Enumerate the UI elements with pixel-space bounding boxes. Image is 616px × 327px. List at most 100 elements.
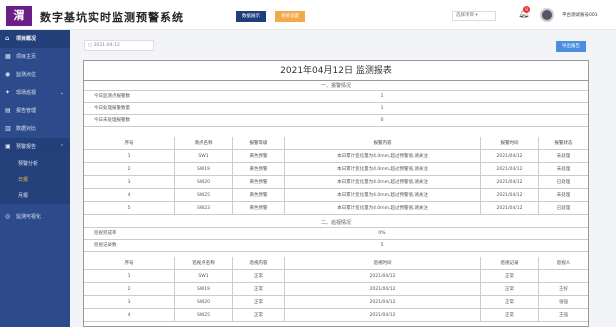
summary-label: 巡视记录数 bbox=[94, 243, 117, 248]
chevron-up-icon: ⌃ bbox=[59, 144, 64, 150]
cell: 黄色预警 bbox=[232, 202, 284, 215]
table-row: 1 SW1 黄色预警 本日累计变化量为4.0mm,超过预警值,请关注 2021/… bbox=[84, 150, 588, 163]
cell: 2021/04/12 bbox=[284, 296, 480, 309]
cell: 1 bbox=[127, 154, 131, 159]
system-settings-button[interactable]: 系统设置 bbox=[275, 11, 305, 22]
cell: 正常 bbox=[232, 296, 284, 309]
cell: 4 bbox=[127, 193, 131, 198]
data-display-button[interactable]: 数据展示 bbox=[236, 11, 266, 22]
cell: SW19 bbox=[174, 283, 232, 296]
table-row: 1 SW1 正常 2021/04/12 正常 bbox=[84, 270, 588, 283]
cell: 本日累计变化量为4.0mm,超过预警值,请关注 bbox=[284, 202, 480, 215]
cell: 本日累计变化量为4.0mm,超过预警值,请关注 bbox=[284, 150, 480, 163]
sidebar-item-alarm-report[interactable]: ▣ 预警报告 ⌃ bbox=[0, 138, 70, 156]
app-logo: 渭 bbox=[6, 6, 32, 26]
cell: SW19 bbox=[174, 163, 232, 176]
summary-label: 今日未处理报警数 bbox=[94, 118, 130, 123]
section-heading-alarms: 一、报警情况 bbox=[84, 81, 588, 91]
cell: 张强 bbox=[538, 296, 588, 309]
chevron-down-icon: ⌄ bbox=[59, 90, 64, 96]
cell: 2 bbox=[127, 167, 131, 172]
column-header: 巡视记录 bbox=[480, 257, 538, 270]
sidebar-item-compare[interactable]: ▥ 数据对比 bbox=[0, 120, 70, 138]
sidebar-item-reports[interactable]: ▤ 报告管理 bbox=[0, 102, 70, 120]
cell: 未处理 bbox=[538, 163, 588, 176]
column-header: 巡视内容 bbox=[232, 257, 284, 270]
cell: SW20 bbox=[174, 176, 232, 189]
sidebar-item-label: 项目主页 bbox=[16, 54, 37, 60]
cell bbox=[538, 270, 588, 283]
cell: 正常 bbox=[232, 309, 284, 322]
cell: 正常 bbox=[480, 296, 538, 309]
cell: 已处理 bbox=[538, 202, 588, 215]
column-header: 序号 bbox=[124, 261, 134, 266]
cell: 1 bbox=[127, 274, 131, 279]
sidebar-item-label: 报告管理 bbox=[16, 108, 37, 114]
cell: 2021/04/12 bbox=[284, 270, 480, 283]
table-row: 2 SW19 正常 2021/04/12 正常 王好 bbox=[84, 283, 588, 296]
cell: 2 bbox=[127, 287, 131, 292]
monitor-icon: ◎ bbox=[5, 213, 11, 220]
column-header: 序号 bbox=[124, 141, 134, 146]
project-select[interactable]: 选择项目 ▾ bbox=[452, 11, 496, 21]
export-report-button[interactable]: 导出报告 bbox=[556, 41, 586, 52]
grid-icon: ▦ bbox=[5, 53, 11, 60]
cell: 黄色预警 bbox=[232, 189, 284, 202]
location-icon: ◉ bbox=[5, 71, 11, 78]
sidebar-item-label: 数据对比 bbox=[16, 126, 37, 132]
sidebar-item-points[interactable]: ◉ 监测点位 bbox=[0, 66, 70, 84]
user-name[interactable]: 平台测试账号001 bbox=[562, 12, 598, 18]
cell: 2021/04/12 bbox=[480, 176, 538, 189]
sidebar-subitem-daily[interactable]: 日报 bbox=[0, 172, 70, 188]
cell: 2021/04/12 bbox=[284, 283, 480, 296]
column-header: 巡视点名称 bbox=[174, 257, 232, 270]
summary-row: 今日监测点报警数 1 bbox=[84, 91, 588, 103]
cell: 王强 bbox=[538, 309, 588, 322]
cell: 2021/04/12 bbox=[284, 309, 480, 322]
table-row: 2 SW19 黄色预警 本日累计变化量为4.0mm,超过预警值,请关注 2021… bbox=[84, 163, 588, 176]
cell: 2021/04/12 bbox=[480, 189, 538, 202]
column-header: 报警状态 bbox=[538, 137, 588, 150]
sidebar-item-patrol[interactable]: ✦ 现场巡视 ⌄ bbox=[0, 84, 70, 102]
summary-row: 巡视记录数 5 bbox=[84, 240, 588, 252]
sidebar-section-overview[interactable]: ⌂ 项目概况 bbox=[0, 30, 70, 48]
notification-badge: 9 bbox=[523, 6, 530, 13]
sidebar-item-visualization[interactable]: ◎ 监测可视化 bbox=[0, 208, 70, 226]
date-picker[interactable]: ▢ 2021-04-12 bbox=[84, 40, 154, 51]
cell: 正常 bbox=[480, 309, 538, 322]
patrol-table-header: 序号 巡视点名称 巡视内容 巡视时间 巡视记录 巡视人 bbox=[84, 257, 588, 270]
top-header: 渭 数字基坑实时监测预警系统 数据展示 系统设置 选择项目 ▾ 🔔︎ 9 平台测… bbox=[0, 0, 616, 30]
summary-label: 今日处理报警数量 bbox=[94, 106, 130, 111]
date-value: 2021-04-12 bbox=[93, 43, 120, 48]
cell: 已处理 bbox=[538, 176, 588, 189]
summary-row: 今日处理报警数量 1 bbox=[84, 103, 588, 115]
sidebar-subitem-analysis[interactable]: 预警分析 bbox=[0, 156, 70, 172]
cell: 3 bbox=[127, 180, 131, 185]
sidebar-item-label: 预警报告 bbox=[16, 144, 37, 150]
sidebar-subitem-monthly[interactable]: 月报 bbox=[0, 188, 70, 204]
summary-value: 0% bbox=[378, 231, 386, 236]
cell: 未处理 bbox=[538, 150, 588, 163]
sidebar-item-home[interactable]: ▦ 项目主页 bbox=[0, 48, 70, 66]
table-row: 3 SW20 正常 2021/04/12 正常 张强 bbox=[84, 296, 588, 309]
summary-label: 巡视完成率 bbox=[94, 231, 117, 236]
table-row: 4 SW25 正常 2021/04/12 正常 王强 bbox=[84, 309, 588, 322]
cell: SW1 bbox=[174, 270, 232, 283]
table-row: 3 SW20 黄色预警 本日累计变化量为4.0mm,超过预警值,请关注 2021… bbox=[84, 176, 588, 189]
column-header: 测点名称 bbox=[174, 137, 232, 150]
sidebar-item-label: 项目概况 bbox=[16, 36, 37, 42]
project-select-label: 选择项目 bbox=[456, 13, 474, 18]
cell: SW1 bbox=[174, 150, 232, 163]
summary-row: 巡视完成率 0% bbox=[84, 228, 588, 240]
sidebar-item-label: 监测点位 bbox=[16, 72, 37, 78]
cell: 正常 bbox=[480, 283, 538, 296]
summary-row: 今日未处理报警数 0 bbox=[84, 115, 588, 127]
chart-icon: ▥ bbox=[5, 125, 11, 132]
cell: SW25 bbox=[174, 189, 232, 202]
avatar[interactable] bbox=[540, 8, 554, 22]
sidebar-item-label: 现场巡视 bbox=[16, 90, 37, 96]
summary-value: 5 bbox=[380, 243, 384, 248]
cell: SW23 bbox=[174, 202, 232, 215]
section-heading-patrol: 二、巡视情况 bbox=[84, 218, 588, 228]
cell: 正常 bbox=[232, 270, 284, 283]
